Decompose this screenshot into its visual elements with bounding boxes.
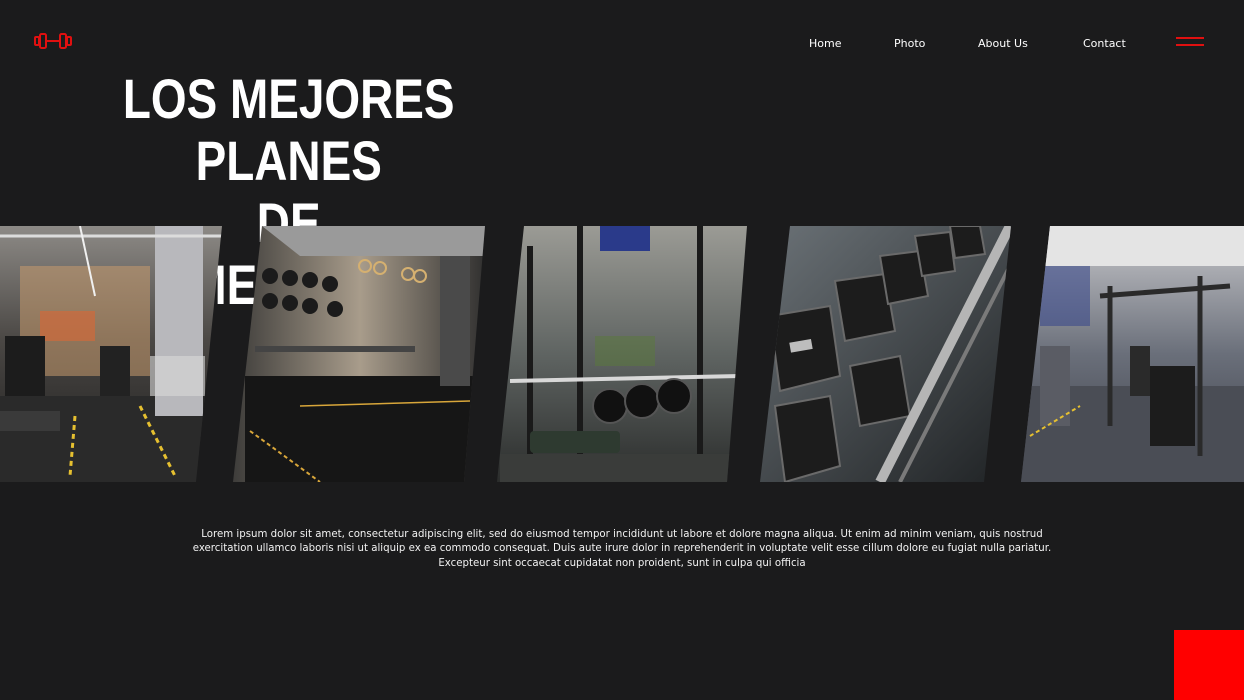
hamburger-icon[interactable] <box>1176 37 1204 49</box>
gym-interior-photo[interactable] <box>0 226 230 482</box>
nav-photo[interactable]: Photo <box>894 37 925 50</box>
nav-contact[interactable]: Contact <box>1083 37 1126 50</box>
power-rack-and-bench-photo[interactable] <box>495 226 755 482</box>
dumbbell-icon[interactable] <box>33 31 73 51</box>
gym-machines-photo[interactable] <box>1015 226 1244 482</box>
menu-bar <box>1176 37 1204 39</box>
corner-accent-block <box>1174 630 1244 700</box>
body-paragraph: Lorem ipsum dolor sit amet, consectetur … <box>192 529 1052 569</box>
photo-gallery <box>0 226 1244 482</box>
dumbbell-rack-photo[interactable] <box>755 226 1015 482</box>
nav-about-us[interactable]: About Us <box>978 37 1028 50</box>
menu-bar <box>1176 44 1204 46</box>
gym-rings-and-medicine-balls-photo[interactable] <box>230 226 490 482</box>
nav-home[interactable]: Home <box>809 37 841 50</box>
title-line-1: LOS MEJORES PLANES <box>122 67 455 192</box>
